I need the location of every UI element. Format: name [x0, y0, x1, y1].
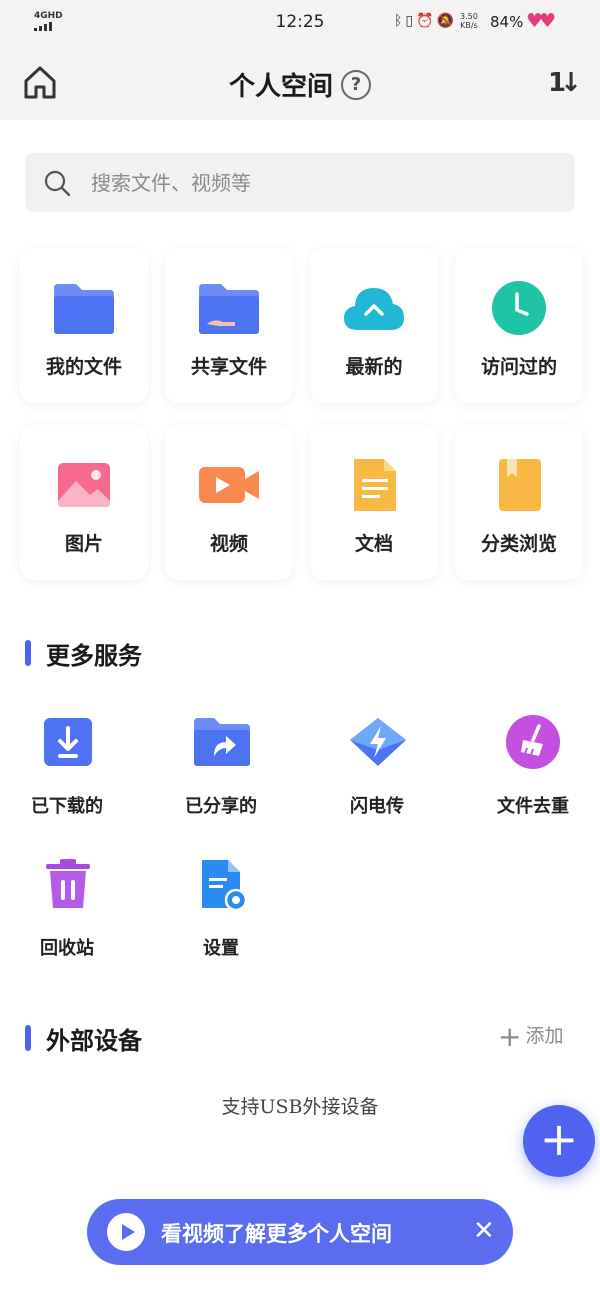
- share-folder-icon: [194, 718, 250, 766]
- document-icon: [354, 459, 396, 511]
- help-icon[interactable]: ?: [341, 69, 371, 100]
- search-bar[interactable]: [25, 153, 575, 212]
- play-icon: [107, 1213, 145, 1251]
- clock-icon: [492, 281, 546, 335]
- tile-browse-categories[interactable]: 分类浏览: [455, 425, 583, 580]
- search-icon: [44, 170, 71, 197]
- section-title-external-devices: 外部设备: [46, 1026, 142, 1055]
- video-tutorial-banner[interactable]: 看视频了解更多个人空间 ✕: [87, 1199, 513, 1265]
- tile-images[interactable]: 图片: [20, 425, 148, 580]
- bluetooth-icon: ᛒ: [394, 13, 403, 29]
- service-downloaded[interactable]: 已下载的: [2, 716, 132, 826]
- add-device-button[interactable]: + 添加: [498, 1020, 563, 1053]
- search-input[interactable]: [91, 153, 551, 212]
- service-settings[interactable]: 设置: [156, 858, 286, 968]
- bookmark-document-icon: [499, 459, 541, 511]
- app-header: 个人空间? 1↓: [0, 44, 600, 120]
- service-recycle-bin[interactable]: 回收站: [2, 858, 132, 968]
- plus-icon: +: [498, 1020, 522, 1053]
- alarm-icon: ⏰: [416, 13, 434, 29]
- image-icon: [58, 463, 110, 507]
- tile-shared-files[interactable]: 共享文件: [165, 248, 293, 403]
- battery-level: 84%: [490, 13, 524, 31]
- banner-text: 看视频了解更多个人空间: [161, 1221, 392, 1246]
- close-icon[interactable]: ✕: [473, 1215, 495, 1247]
- vibrate-icon: ▯: [405, 13, 414, 29]
- external-devices-hint: 支持USB外接设备: [221, 1096, 379, 1118]
- service-dedupe-files[interactable]: 文件去重: [468, 715, 598, 826]
- heart-icon: ♥♥: [526, 10, 556, 32]
- mute-bell-icon: 🔕: [436, 13, 454, 29]
- service-shared[interactable]: 已分享的: [156, 716, 286, 826]
- section-accent-bar: [25, 1025, 31, 1051]
- lightning-icon: [350, 718, 406, 766]
- folder-icon: [54, 284, 114, 334]
- tile-documents[interactable]: 文档: [310, 425, 438, 580]
- status-bar: 4GHD 12:25 ᛒ ▯ ⏰ 🔕 3.50 KB/s 84% ♥♥: [0, 0, 600, 44]
- trash-icon: [46, 859, 90, 908]
- plus-icon: +: [539, 1112, 579, 1166]
- add-fab-button[interactable]: +: [523, 1105, 595, 1177]
- sort-button[interactable]: 1↓: [548, 68, 582, 98]
- service-lightning-transfer[interactable]: 闪电传: [312, 716, 442, 826]
- download-icon: [44, 718, 92, 766]
- tile-visited[interactable]: 访问过的: [455, 248, 583, 403]
- settings-document-icon: [202, 860, 248, 910]
- tile-recent[interactable]: 最新的: [310, 248, 438, 403]
- tile-videos[interactable]: 视频: [165, 425, 293, 580]
- cloud-icon: [344, 288, 404, 330]
- page-title: 个人空间: [228, 72, 333, 102]
- broom-icon: [506, 715, 560, 769]
- network-speed: 3.50 KB/s: [460, 12, 478, 30]
- tile-my-files[interactable]: 我的文件: [20, 248, 148, 403]
- section-title-more-services: 更多服务: [46, 641, 142, 670]
- video-icon: [199, 467, 259, 503]
- shared-folder-icon: [199, 284, 259, 334]
- section-accent-bar: [25, 640, 31, 666]
